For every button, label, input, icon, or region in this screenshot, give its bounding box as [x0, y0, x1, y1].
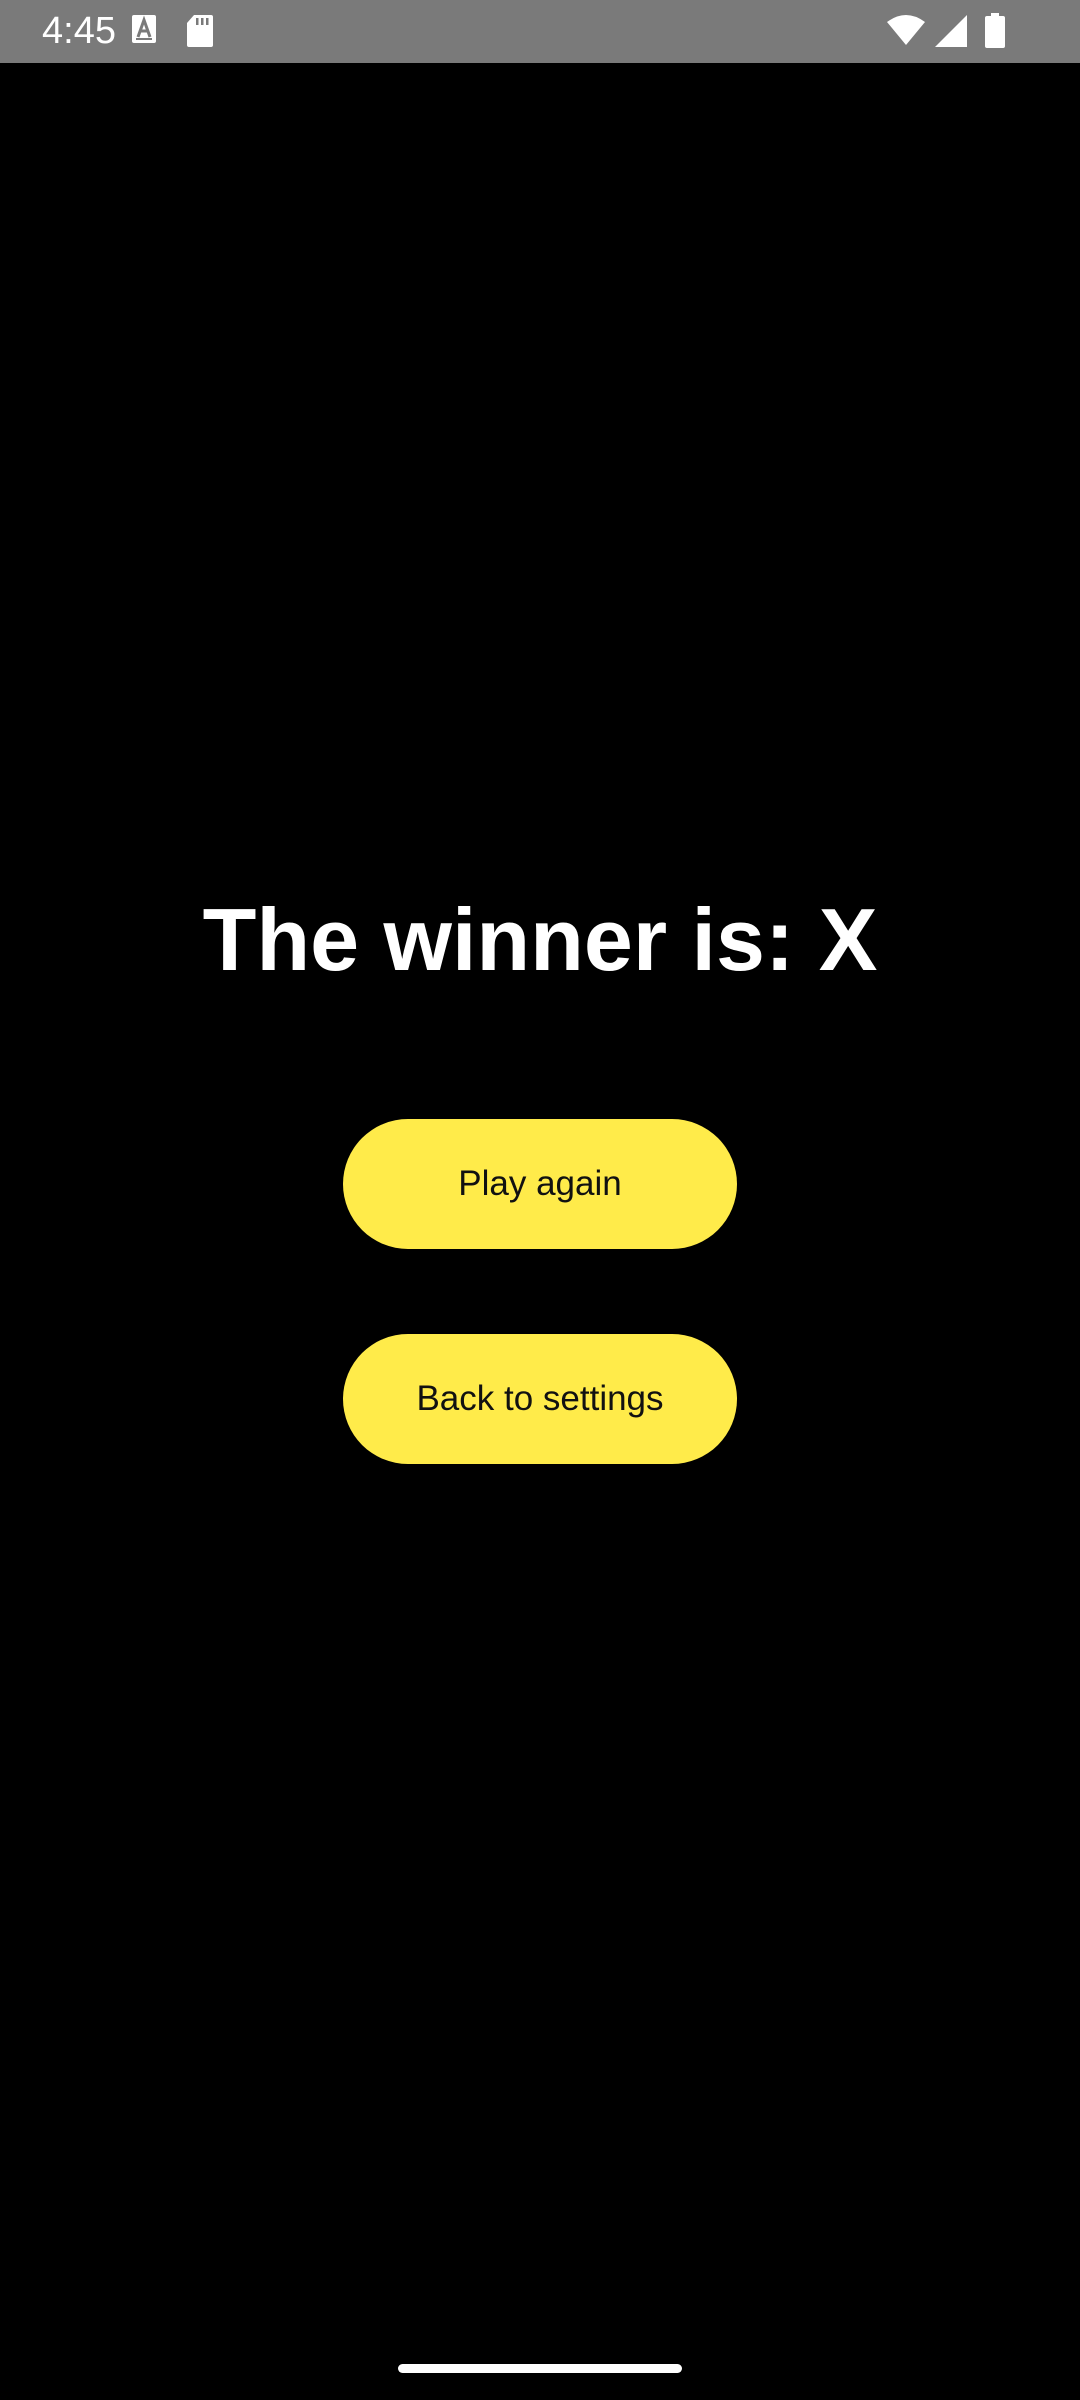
wifi-icon: [887, 15, 925, 45]
status-time: 4:45: [42, 10, 116, 52]
game-over-screen: 4:45 The winner is: X Play again Back to…: [0, 0, 1080, 2400]
back-to-settings-button[interactable]: Back to settings: [343, 1334, 737, 1464]
sd-card-icon: [187, 15, 213, 47]
cellular-signal-icon: [935, 15, 967, 47]
back-to-settings-label: Back to settings: [416, 1379, 664, 1418]
gesture-nav-handle[interactable]: [398, 2364, 682, 2373]
status-bar: 4:45: [0, 0, 1080, 63]
text-a-icon: [132, 15, 156, 43]
play-again-button[interactable]: Play again: [343, 1119, 737, 1249]
battery-icon: [985, 13, 1005, 48]
winner-title: The winner is: X: [202, 890, 878, 989]
play-again-label: Play again: [458, 1164, 622, 1203]
